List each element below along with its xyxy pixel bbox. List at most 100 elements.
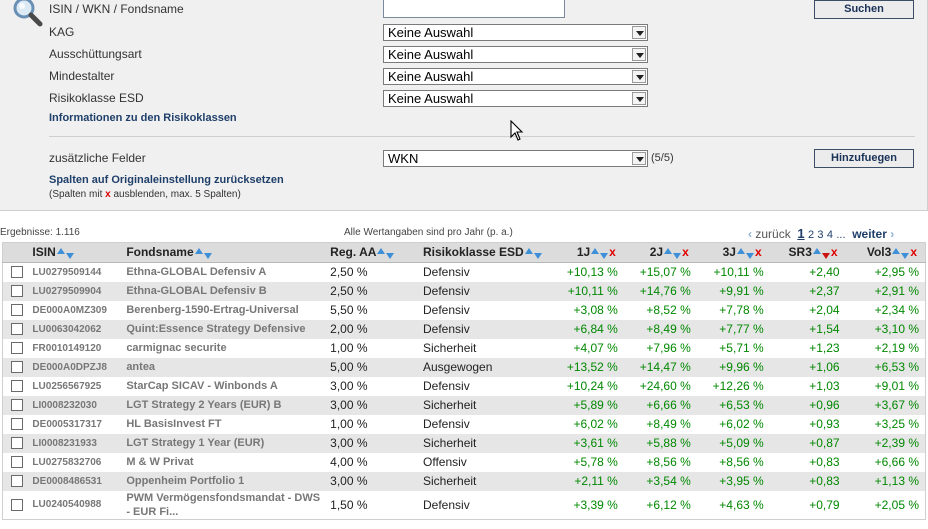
- page-link[interactable]: 2: [808, 229, 814, 241]
- row-checkbox[interactable]: [10, 285, 23, 298]
- chevron-down-icon[interactable]: [632, 152, 646, 165]
- remove-column-x-icon[interactable]: x: [831, 245, 838, 259]
- sort-desc-icon[interactable]: [386, 252, 395, 259]
- sort-asc-icon[interactable]: [194, 247, 203, 254]
- prev-page-link[interactable]: zurück: [755, 227, 790, 241]
- risiko-select[interactable]: Keine Auswahl: [383, 90, 648, 107]
- sort-desc-icon[interactable]: [203, 252, 212, 259]
- sort-asc-icon[interactable]: [664, 247, 673, 254]
- page-link[interactable]: 3: [817, 229, 823, 241]
- sort-desc-icon[interactable]: [533, 252, 542, 259]
- row-checkbox[interactable]: [10, 342, 23, 355]
- row-checkbox[interactable]: [10, 361, 23, 374]
- add-field-button[interactable]: Hinzufuegen: [814, 149, 914, 168]
- page-link[interactable]: 4: [827, 229, 833, 241]
- cell-isin[interactable]: LU0240540988: [30, 490, 125, 519]
- cell-fondsname[interactable]: Ethna-GLOBAL Defensiv A: [124, 262, 329, 282]
- cell-fondsname[interactable]: LGT Strategy 1 Year (EUR): [124, 433, 329, 453]
- col-vol3[interactable]: Vol3 x: [845, 242, 926, 263]
- cell-isin[interactable]: DE0005317317: [30, 414, 125, 434]
- cell-fondsname[interactable]: PWM Vermögensfondsmandat - DWS - EUR Fi.…: [124, 490, 329, 519]
- sort-desc-active-icon[interactable]: [821, 252, 830, 259]
- remove-column-x-icon[interactable]: x: [682, 245, 689, 259]
- table-row[interactable]: LU0063042062 Quint:Essence Strategy Defen…: [2, 319, 926, 339]
- row-checkbox[interactable]: [10, 498, 23, 511]
- search-input[interactable]: [383, 0, 565, 18]
- table-row[interactable]: DE000A0MZ309 Berenberg-1590-Ertrag-Univer…: [2, 300, 926, 320]
- sort-asc-icon[interactable]: [892, 247, 901, 254]
- row-checkbox[interactable]: [10, 437, 23, 450]
- row-checkbox[interactable]: [10, 323, 23, 336]
- extra-fields-select[interactable]: WKN: [383, 150, 648, 167]
- table-row[interactable]: LU0275832706 M & W Privat 4,00 % Offensiv +5…: [2, 452, 926, 472]
- remove-column-x-icon[interactable]: x: [755, 245, 762, 259]
- table-row[interactable]: LU0240540988 PWM Vermögensfondsmandat - D…: [2, 490, 926, 519]
- table-row[interactable]: LI0008232030 LGT Strategy 2 Years (EUR) B…: [2, 395, 926, 415]
- sort-desc-icon[interactable]: [65, 252, 74, 259]
- col-isin[interactable]: ISIN: [30, 242, 125, 263]
- cell-fondsname[interactable]: M & W Privat: [124, 452, 329, 472]
- table-row[interactable]: LI0008231933 LGT Strategy 1 Year (EUR) 3,0…: [2, 433, 926, 453]
- cell-isin[interactable]: LU0256567925: [30, 376, 125, 396]
- table-row[interactable]: DE0008486531 Oppenheim Portfolio 1 3,00 % S…: [2, 471, 926, 491]
- row-checkbox[interactable]: [10, 380, 23, 393]
- table-row[interactable]: LU0279509904 Ethna-GLOBAL Defensiv B 2,50 …: [2, 281, 926, 301]
- cell-isin[interactable]: DE0008486531: [30, 471, 125, 491]
- search-button[interactable]: Suchen: [814, 0, 914, 19]
- cell-fondsname[interactable]: Quint:Essence Strategy Defensive: [124, 319, 329, 339]
- cell-isin[interactable]: FR0010149120: [30, 338, 125, 358]
- chevron-right-icon[interactable]: ›: [890, 227, 894, 241]
- cell-fondsname[interactable]: LGT Strategy 2 Years (EUR) B: [124, 395, 329, 415]
- row-checkbox[interactable]: [10, 304, 23, 317]
- risiko-info-link[interactable]: Informationen zu den Risikoklassen: [49, 112, 237, 124]
- sort-asc-icon[interactable]: [591, 247, 600, 254]
- sort-desc-icon[interactable]: [600, 252, 609, 259]
- col-reg-aa[interactable]: Reg. AA: [328, 242, 421, 263]
- row-checkbox[interactable]: [10, 399, 23, 412]
- sort-desc-icon[interactable]: [745, 252, 754, 259]
- cell-fondsname[interactable]: Ethna-GLOBAL Defensiv B: [124, 281, 329, 301]
- chevron-down-icon[interactable]: [632, 26, 646, 39]
- sort-desc-icon[interactable]: [673, 252, 682, 259]
- cell-fondsname[interactable]: HL BasisInvest FT: [124, 414, 329, 434]
- row-checkbox[interactable]: [10, 418, 23, 431]
- cell-fondsname[interactable]: Berenberg-1590-Ertrag-Universal: [124, 300, 329, 320]
- cell-isin[interactable]: LU0279509904: [30, 281, 125, 301]
- page-current[interactable]: 1: [797, 226, 804, 241]
- remove-column-x-icon[interactable]: x: [609, 245, 616, 259]
- col-risikoklasse[interactable]: Risikoklasse ESD: [421, 242, 546, 263]
- sort-asc-icon[interactable]: [812, 247, 821, 254]
- cell-fondsname[interactable]: carmignac securite: [124, 338, 329, 358]
- sort-desc-icon[interactable]: [901, 252, 910, 259]
- cell-isin[interactable]: DE000A0MZ309: [30, 300, 125, 320]
- col-1j[interactable]: 1J x: [545, 242, 624, 263]
- cell-fondsname[interactable]: Oppenheim Portfolio 1: [124, 471, 329, 491]
- reset-columns-link[interactable]: Spalten auf Originaleinstellung zurückse…: [49, 174, 284, 186]
- row-checkbox[interactable]: [10, 475, 23, 488]
- next-page-link[interactable]: weiter: [852, 227, 887, 241]
- chevron-down-icon[interactable]: [632, 48, 646, 61]
- table-row[interactable]: DE000A0DPZJ8 antea 5,00 % Ausgewogen +13,52 …: [2, 357, 926, 377]
- col-sr3[interactable]: SR3 x: [769, 242, 846, 263]
- ausschuettung-select[interactable]: Keine Auswahl: [383, 46, 648, 63]
- table-row[interactable]: LU0256567925 StarCap SICAV - Winbonds A 3,…: [2, 376, 926, 396]
- sort-asc-icon[interactable]: [524, 247, 533, 254]
- table-row[interactable]: FR0010149120 carmignac securite 1,00 % Sich…: [2, 338, 926, 358]
- col-fondsname[interactable]: Fondsname: [124, 242, 329, 263]
- cell-isin[interactable]: LU0279509144: [30, 262, 125, 282]
- mindestalter-select[interactable]: Keine Auswahl: [383, 68, 648, 85]
- cell-fondsname[interactable]: antea: [124, 357, 329, 377]
- remove-column-x-icon[interactable]: x: [910, 245, 917, 259]
- sort-asc-icon[interactable]: [736, 247, 745, 254]
- cell-fondsname[interactable]: StarCap SICAV - Winbonds A: [124, 376, 329, 396]
- cell-isin[interactable]: LI0008232030: [30, 395, 125, 415]
- col-2j[interactable]: 2J x: [623, 242, 697, 263]
- row-checkbox[interactable]: [10, 266, 23, 279]
- chevron-down-icon[interactable]: [632, 92, 646, 105]
- cell-isin[interactable]: DE000A0DPZJ8: [30, 357, 125, 377]
- chevron-left-icon[interactable]: ‹: [748, 227, 752, 241]
- sort-asc-icon[interactable]: [56, 247, 65, 254]
- table-row[interactable]: LU0279509144 Ethna-GLOBAL Defensiv A 2,50 …: [2, 262, 926, 282]
- sort-asc-icon[interactable]: [377, 247, 386, 254]
- cell-isin[interactable]: LU0063042062: [30, 319, 125, 339]
